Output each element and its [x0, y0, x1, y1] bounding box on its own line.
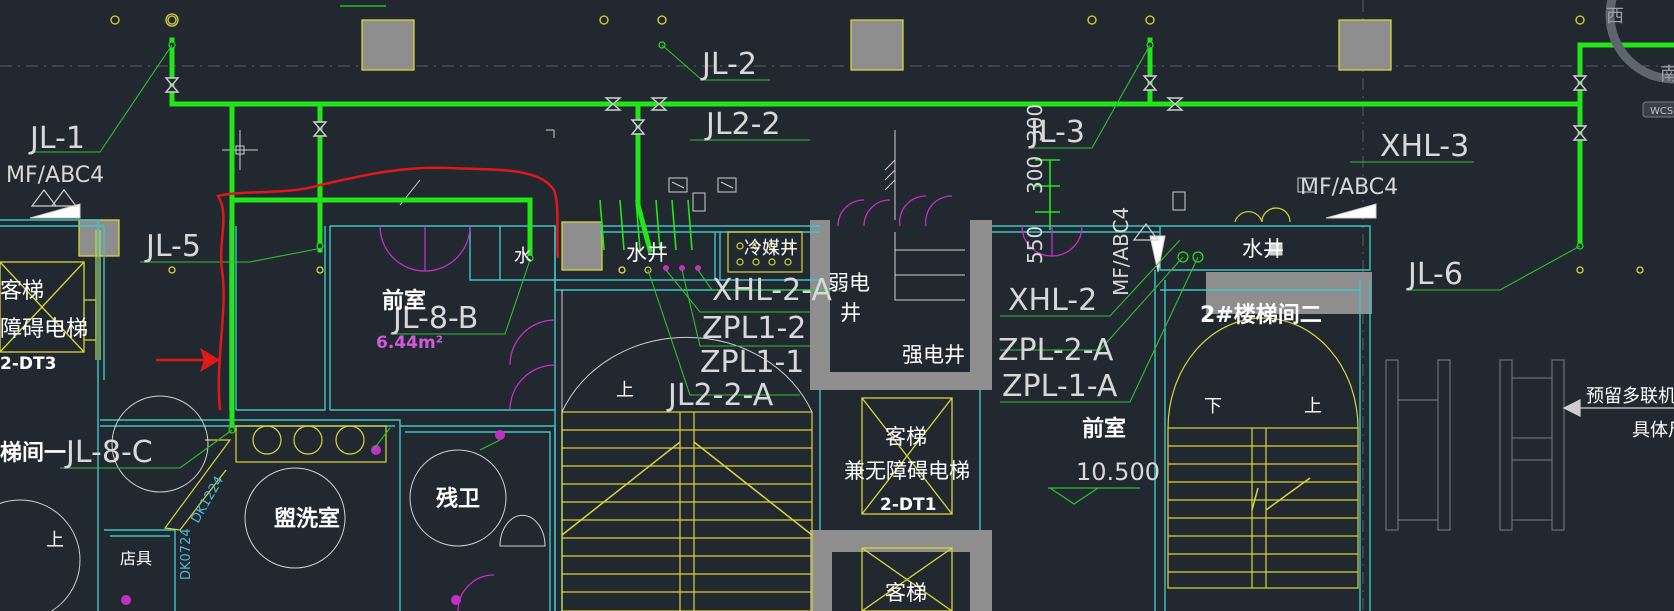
- label-jl-8-c: JL-8-C: [64, 435, 153, 470]
- room-dianju: 店具: [120, 549, 152, 568]
- stair-up-left: 上: [616, 380, 634, 401]
- label-zpl-1-a: ZPL-1-A: [1002, 369, 1118, 404]
- room-shui: 水: [514, 246, 532, 267]
- room-qianshi-2: 前室: [1082, 416, 1126, 442]
- elevator-wuzhang-mid: 兼无障碍电梯: [844, 459, 970, 483]
- label-dim-300-b: 300: [1023, 156, 1047, 194]
- room-qiangdianjing: 强电井: [902, 343, 965, 367]
- label-zpl1-1: ZPL1-1: [700, 345, 804, 380]
- stair-down: 下: [1204, 396, 1222, 417]
- wcs-tag: WCS: [1650, 106, 1673, 117]
- label-xhl-2: XHL-2: [1008, 283, 1097, 318]
- label-jl-6: JL-6: [1406, 257, 1463, 292]
- compass-south: 南: [1660, 64, 1674, 85]
- label-dim-300-a: 300: [1023, 104, 1047, 142]
- elevator-keti-mid: 客梯: [885, 425, 927, 449]
- label-zpl-2-a: ZPL-2-A: [998, 333, 1114, 368]
- cad-drawing-canvas[interactable]: JL-1 JL-2 JL2-2 JL-3 JL-5 JL-6 JL-8-B JL…: [0, 0, 1674, 611]
- label-jl2-2: JL2-2: [704, 107, 781, 142]
- label-xhl-3: XHL-3: [1380, 129, 1469, 164]
- label-jl2-2-a: JL2-2-A: [666, 378, 774, 413]
- room-louti-2: 2#楼梯间二: [1200, 302, 1322, 328]
- room-shuijing-2: 水井: [1242, 237, 1284, 261]
- compass-west: 西: [1606, 6, 1624, 27]
- label-room-area: 6.44m²: [376, 333, 443, 353]
- label-jl-5: JL-5: [144, 229, 201, 264]
- elevator-keti-bottom: 客梯: [885, 581, 927, 605]
- label-jl-1: JL-1: [28, 121, 85, 156]
- door-tag-dk0724: DK0724: [179, 528, 194, 580]
- room-ruodian-2: 井: [840, 301, 861, 325]
- room-guanxi: 盥洗室: [274, 506, 340, 532]
- label-jl-2: JL-2: [700, 47, 757, 82]
- label-mf-abc4-right: MF/ABC4: [1300, 175, 1398, 200]
- drawing-background: [0, 0, 1674, 611]
- room-canwei: 残卫: [436, 486, 480, 512]
- room-ruodian-1: 弱电: [828, 271, 870, 295]
- elevator-keti-left: 客梯: [0, 279, 44, 304]
- room-qianshi-1: 前室: [382, 288, 426, 314]
- reserved-note-2: 具体尺: [1632, 420, 1674, 441]
- label-zpl1-2: ZPL1-2: [702, 311, 806, 346]
- elevator-dt3: 2-DT3: [0, 354, 56, 374]
- label-mf-abc4-vertical: MF/ABC4: [1109, 207, 1133, 296]
- reserved-note-1: 预留多联机组: [1586, 386, 1674, 407]
- room-lengmeijing: 冷媒井: [744, 238, 798, 259]
- elevator-wuzhang-left: 障碍电梯: [0, 317, 88, 342]
- room-shuijing-1: 水井: [626, 241, 668, 265]
- label-xhl-2-a: XHL-2-A: [712, 273, 832, 308]
- label-elevation: 10.500: [1076, 458, 1160, 486]
- stair-up-bottomleft: 上: [46, 530, 64, 551]
- label-mf-abc4-left: MF/ABC4: [6, 163, 104, 188]
- label-dim-550: 550: [1023, 226, 1047, 264]
- stair-up-right: 上: [1304, 396, 1322, 417]
- room-louti-1: 梯间一: [0, 440, 66, 466]
- elevator-dt1: 2-DT1: [880, 495, 936, 515]
